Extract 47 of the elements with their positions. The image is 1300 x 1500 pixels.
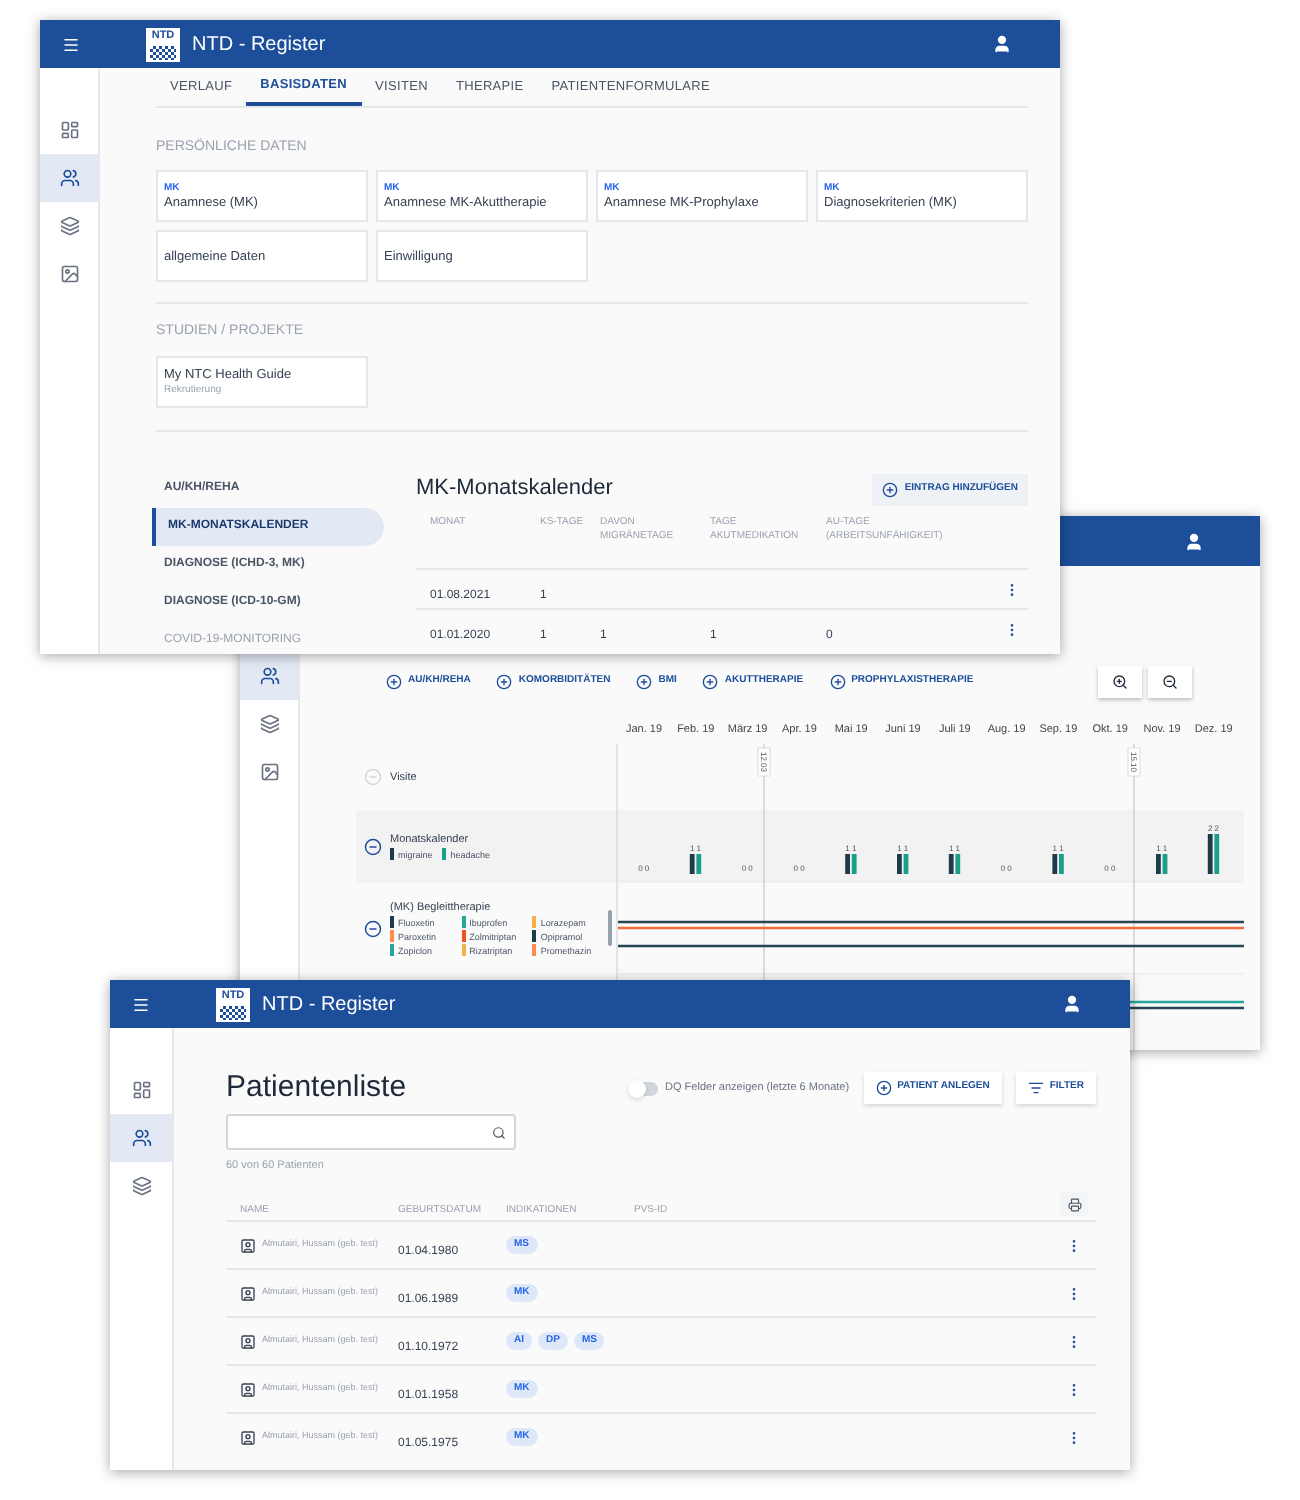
printer-icon — [1067, 1197, 1081, 1211]
page-title: Patientenliste — [226, 1067, 407, 1108]
account-icon[interactable] — [1062, 994, 1082, 1014]
collapse-icon[interactable] — [364, 919, 382, 937]
menu-icon[interactable] — [61, 35, 79, 53]
dashboard-icon — [59, 120, 79, 140]
account-icon[interactable] — [992, 34, 1012, 54]
plus-circle-icon — [875, 1080, 892, 1096]
print-button[interactable] — [1060, 1192, 1088, 1216]
sidebar-item[interactable] — [110, 1114, 172, 1162]
app-title: NTD - Register — [192, 31, 326, 59]
plus-circle-icon — [636, 674, 653, 690]
contact-icon — [240, 1237, 256, 1253]
people-icon — [59, 168, 79, 188]
sidebar-item[interactable] — [40, 154, 98, 202]
sidebar-item[interactable] — [240, 652, 298, 700]
people-icon — [259, 666, 279, 686]
plus-circle-icon — [702, 674, 719, 690]
contact-icon — [240, 1333, 256, 1349]
contact-icon — [240, 1285, 256, 1301]
search-field[interactable] — [226, 1114, 516, 1150]
plus-circle-icon — [496, 674, 513, 690]
layers-icon — [259, 714, 279, 734]
dashboard-icon — [131, 1080, 151, 1100]
filter-icon — [1027, 1080, 1044, 1096]
search-icon[interactable] — [492, 1125, 506, 1139]
plus-circle-icon — [829, 674, 846, 690]
section-title: MK-Monatskalender — [416, 474, 613, 505]
contact-icon — [240, 1429, 256, 1445]
image-icon — [59, 264, 79, 284]
plus-circle-icon — [386, 674, 402, 690]
layers-icon — [59, 216, 79, 236]
image-icon — [259, 762, 279, 782]
menu-icon[interactable] — [131, 995, 149, 1013]
zoom-in-button[interactable] — [1098, 666, 1142, 698]
zoom-out-icon — [1162, 674, 1178, 690]
account-icon[interactable] — [1184, 531, 1204, 551]
zoom-in-icon — [1112, 674, 1128, 690]
layers-icon — [131, 1176, 151, 1196]
toggle-switch[interactable] — [627, 1081, 658, 1095]
app-title: NTD - Register — [262, 991, 396, 1019]
scrollbar[interactable] — [608, 910, 612, 946]
plus-circle-icon — [882, 481, 899, 497]
zoom-out-button[interactable] — [1148, 666, 1192, 698]
collapse-icon[interactable] — [364, 837, 382, 855]
contact-icon — [240, 1381, 256, 1397]
people-icon — [131, 1128, 151, 1148]
